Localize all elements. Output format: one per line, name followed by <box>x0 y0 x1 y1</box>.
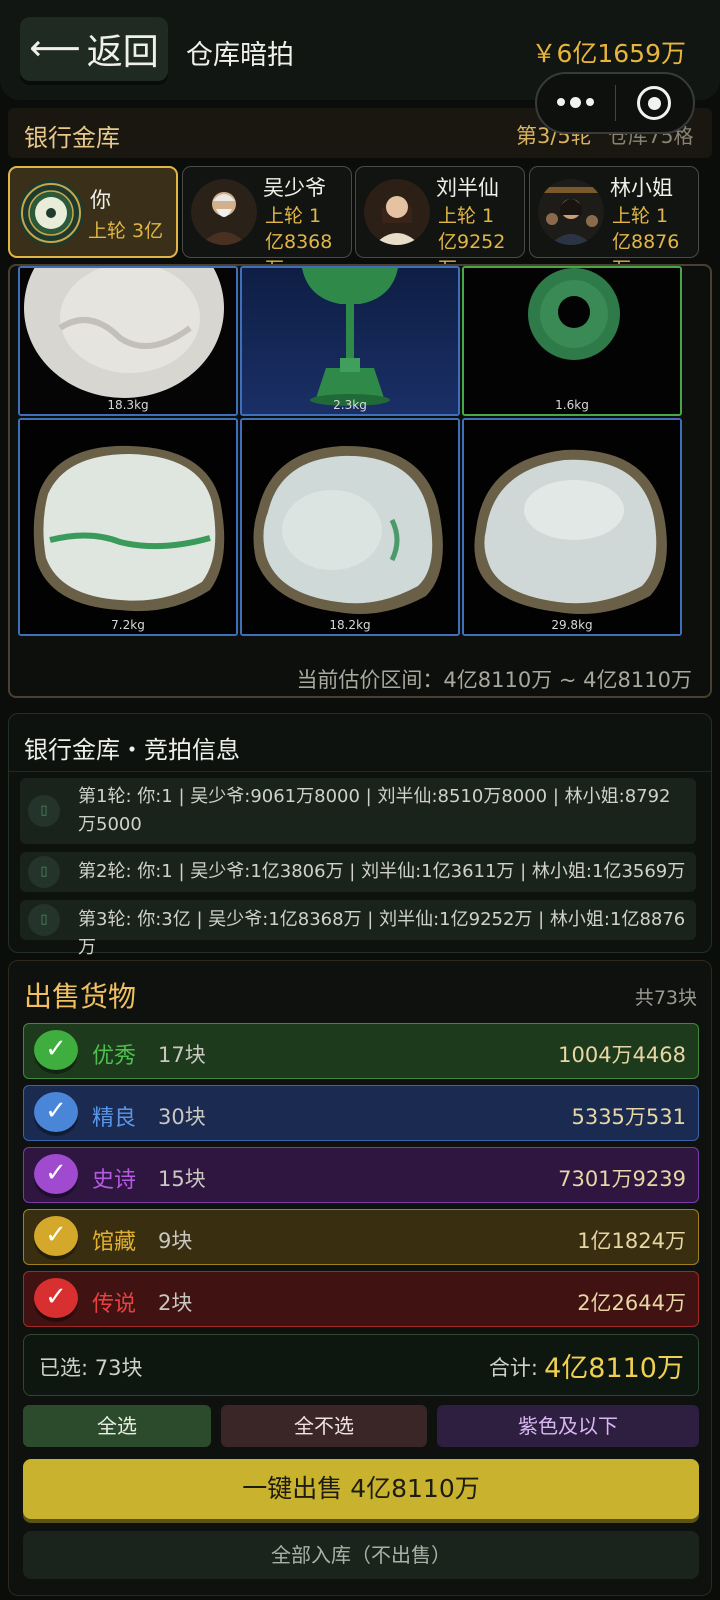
tier-name: 传说 <box>92 1292 137 1317</box>
back-label: 返回 <box>86 32 159 73</box>
item-weight: 18.3kg <box>107 398 149 412</box>
back-button[interactable]: ⟵ 返回 <box>20 17 168 81</box>
sell-all-button[interactable]: 一键出售 4亿8110万 <box>23 1459 699 1519</box>
tier-value: 1004万4468 <box>558 1043 686 1067</box>
jade-goblet-image <box>242 268 458 414</box>
estimate-range: 当前估价区间：4亿8110万 ~ 4亿8110万 <box>296 668 692 692</box>
selection-buttons: 全选 全不选 紫色及以下 <box>23 1405 699 1447</box>
sum-label: 合计: <box>488 1356 538 1380</box>
tier-value: 5335万531 <box>571 1105 686 1129</box>
player-last-bid: 上轮 1 <box>265 205 322 227</box>
item-weight: 7.2kg <box>111 618 145 632</box>
tier-name: 精良 <box>92 1106 137 1131</box>
tier-row-excellent[interactable]: ✓ 优秀 17块 1004万4468 <box>23 1023 699 1079</box>
checkmark-icon[interactable]: ✓ <box>34 1216 78 1256</box>
player-avatar <box>364 179 430 245</box>
target-circle-icon <box>637 86 672 120</box>
white-jade-disc-image <box>20 268 236 414</box>
item-weight: 1.6kg <box>555 398 589 412</box>
player-name: 你 <box>90 188 111 212</box>
auction-info-title: 银行金库・竞拍信息 <box>24 736 240 764</box>
bid-history-row: ▯ 第2轮: 你:1 | 吴少爷:1亿3806万 | 刘半仙:1亿3611万 |… <box>20 852 696 892</box>
tier-value: 1亿1824万 <box>577 1229 686 1253</box>
item-cell[interactable]: 7.2kg <box>18 418 238 636</box>
tier-row-legend[interactable]: ✓ 传说 2块 2亿2644万 <box>23 1271 699 1327</box>
bid-history-text: 第3轮: 你:3亿 | 吴少爷:1亿8368万 | 刘半仙:1亿9252万 | … <box>78 909 686 958</box>
sell-title: 出售货物 <box>24 980 137 1013</box>
checkmark-icon[interactable]: ✓ <box>34 1278 78 1318</box>
player-avatar <box>191 179 257 245</box>
more-menu-button[interactable] <box>537 74 615 132</box>
item-cell[interactable]: 2.3kg <box>240 266 460 416</box>
player-name: 林小姐 <box>610 176 673 200</box>
round-bullet-icon: ▯ <box>28 795 60 827</box>
more-dots-icon <box>557 96 595 108</box>
checkmark-icon[interactable]: ✓ <box>34 1092 78 1132</box>
tier-name: 馆藏 <box>92 1230 137 1255</box>
store-all-button[interactable]: 全部入库（不出售） <box>23 1531 699 1579</box>
player-card-wu: 吴少爷 上轮 1 亿8368万 <box>182 166 352 280</box>
select-none-button[interactable]: 全不选 <box>221 1405 427 1447</box>
player-avatar <box>538 179 604 245</box>
page-title: 仓库暗拍 <box>186 40 294 71</box>
miniprogram-capsule <box>535 72 695 134</box>
total-count: 共73块 <box>634 987 697 1009</box>
item-cell[interactable]: 18.2kg <box>240 418 460 636</box>
tier-value: 7301万9239 <box>558 1167 686 1191</box>
sell-goods-panel: 出售货物 共73块 ✓ 优秀 17块 1004万4468 ✓ 精良 30块 53… <box>8 960 712 1596</box>
player-card-me: 你 上轮 3亿 <box>8 166 178 258</box>
divider <box>9 771 711 772</box>
bid-history-text: 第1轮: 你:1 | 吴少爷:9061万8000 | 刘半仙:8510万8000… <box>78 786 671 835</box>
item-weight: 29.8kg <box>551 618 593 632</box>
tier-row-fine[interactable]: ✓ 精良 30块 5335万531 <box>23 1085 699 1141</box>
tier-count: 2块 <box>158 1291 193 1315</box>
tier-row-epic[interactable]: ✓ 史诗 15块 7301万9239 <box>23 1147 699 1203</box>
player-last-bid: 上轮 1 <box>438 205 495 227</box>
round-bullet-icon: ▯ <box>28 856 60 888</box>
tier-count: 17块 <box>158 1043 206 1067</box>
selection-summary: 已选: 73块 合计: 4亿8110万 <box>23 1334 699 1396</box>
item-cell[interactable]: 29.8kg <box>462 418 682 636</box>
player-list: 你 上轮 3亿 吴少爷 上轮 1 亿8368万 刘半仙 上轮 1 <box>8 166 712 280</box>
player-name: 吴少爷 <box>263 176 326 200</box>
player-last-bid: 上轮 1 <box>612 205 669 227</box>
bid-history-row: ▯ 第3轮: 你:3亿 | 吴少爷:1亿8368万 | 刘半仙:1亿9252万 … <box>20 900 696 958</box>
player-name: 刘半仙 <box>436 176 499 200</box>
back-arrow-icon: ⟵ <box>29 28 81 69</box>
item-weight: 2.3kg <box>333 398 367 412</box>
tier-count: 15块 <box>158 1167 206 1191</box>
item-cell[interactable]: 1.6kg <box>462 266 682 416</box>
tier-count: 9块 <box>158 1229 193 1253</box>
select-purple-below-button[interactable]: 紫色及以下 <box>437 1405 699 1447</box>
auction-items-panel: 18.3kg 2.3kg 1.6kg 7.2kg 18.2kg 29.8kg 当… <box>8 264 712 698</box>
item-weight: 18.2kg <box>329 618 371 632</box>
tier-value: 2亿2644万 <box>577 1291 686 1315</box>
bid-history-row: ▯ 第1轮: 你:1 | 吴少爷:9061万8000 | 刘半仙:8510万80… <box>20 778 696 844</box>
player-last-bid: 上轮 3亿 <box>88 220 164 242</box>
tier-row-collection[interactable]: ✓ 馆藏 9块 1亿1824万 <box>23 1209 699 1265</box>
sum-value: 4亿8110万 <box>544 1353 684 1384</box>
raw-jade-image <box>464 420 680 634</box>
tier-name: 史诗 <box>92 1168 137 1193</box>
player-card-lin: 林小姐 上轮 1 亿8876万 <box>529 166 699 280</box>
tier-count: 30块 <box>158 1105 206 1129</box>
tier-name: 优秀 <box>92 1044 137 1069</box>
raw-jade-streak-image <box>20 420 236 634</box>
selected-count: 已选: 73块 <box>39 1356 143 1380</box>
checkmark-icon[interactable]: ✓ <box>34 1154 78 1194</box>
balance: ￥6亿1659万 <box>531 39 686 68</box>
auction-info-panel: 银行金库・竞拍信息 ▯ 第1轮: 你:1 | 吴少爷:9061万8000 | 刘… <box>8 713 712 958</box>
jade-disc-avatar <box>18 180 84 246</box>
player-card-liu: 刘半仙 上轮 1 亿9252万 <box>355 166 525 280</box>
item-cell[interactable]: 18.3kg <box>18 266 238 416</box>
select-all-button[interactable]: 全选 <box>23 1405 211 1447</box>
round-bullet-icon: ▯ <box>28 904 60 936</box>
vault-title: 银行金库 <box>24 124 120 152</box>
close-miniprogram-button[interactable] <box>615 74 693 132</box>
raw-jade-image <box>242 420 458 634</box>
jade-ring-image <box>464 268 680 414</box>
bid-history-text: 第2轮: 你:1 | 吴少爷:1亿3806万 | 刘半仙:1亿3611万 | 林… <box>78 861 686 882</box>
checkmark-icon[interactable]: ✓ <box>34 1030 78 1070</box>
